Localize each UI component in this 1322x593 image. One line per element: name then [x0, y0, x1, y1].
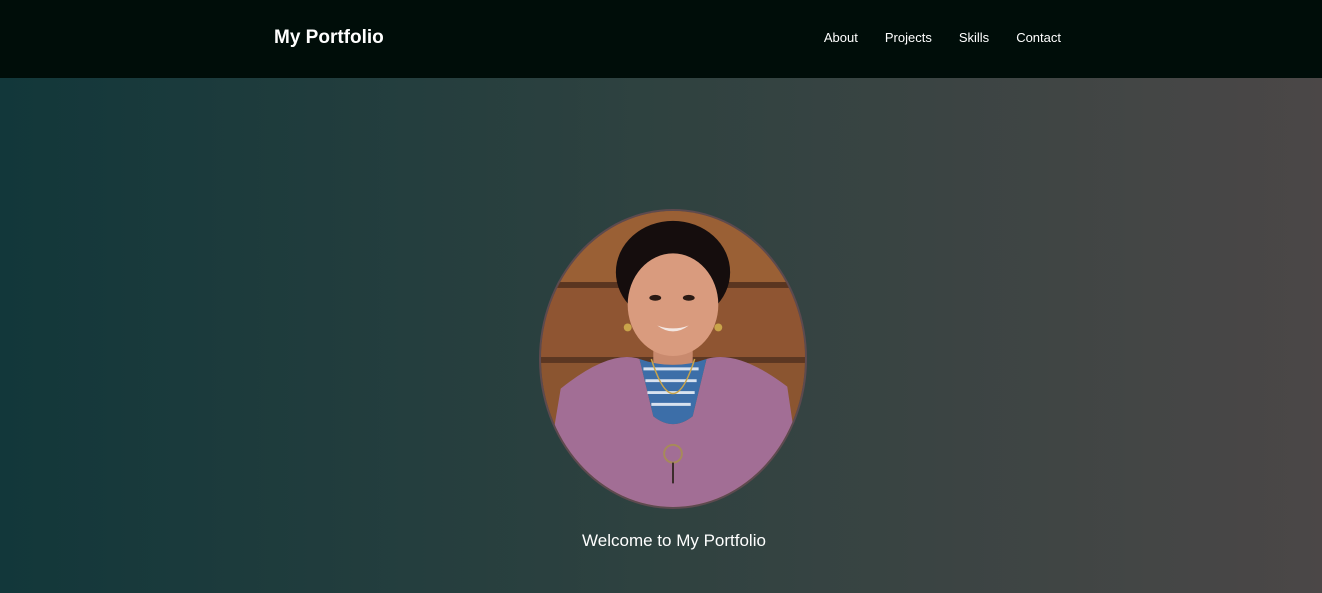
nav-item-skills: Skills [959, 29, 989, 47]
nav-links: About Projects Skills Contact [824, 29, 1061, 47]
hero-section: Welcome to My Portfolio [0, 78, 1322, 593]
nav-item-projects: Projects [885, 29, 932, 47]
nav-link-about[interactable]: About [824, 30, 858, 45]
nav-link-skills[interactable]: Skills [959, 30, 989, 45]
welcome-heading: Welcome to My Portfolio [582, 531, 766, 550]
nav-link-contact[interactable]: Contact [1016, 30, 1061, 45]
nav-link-projects[interactable]: Projects [885, 30, 932, 45]
navbar: My Portfolio About Projects Skills Conta… [0, 0, 1322, 78]
brand-logo[interactable]: My Portfolio [274, 26, 384, 50]
nav-item-about: About [824, 29, 858, 47]
portrait-photo-icon [541, 211, 805, 507]
nav-item-contact: Contact [1016, 29, 1061, 47]
profile-avatar [539, 209, 807, 509]
